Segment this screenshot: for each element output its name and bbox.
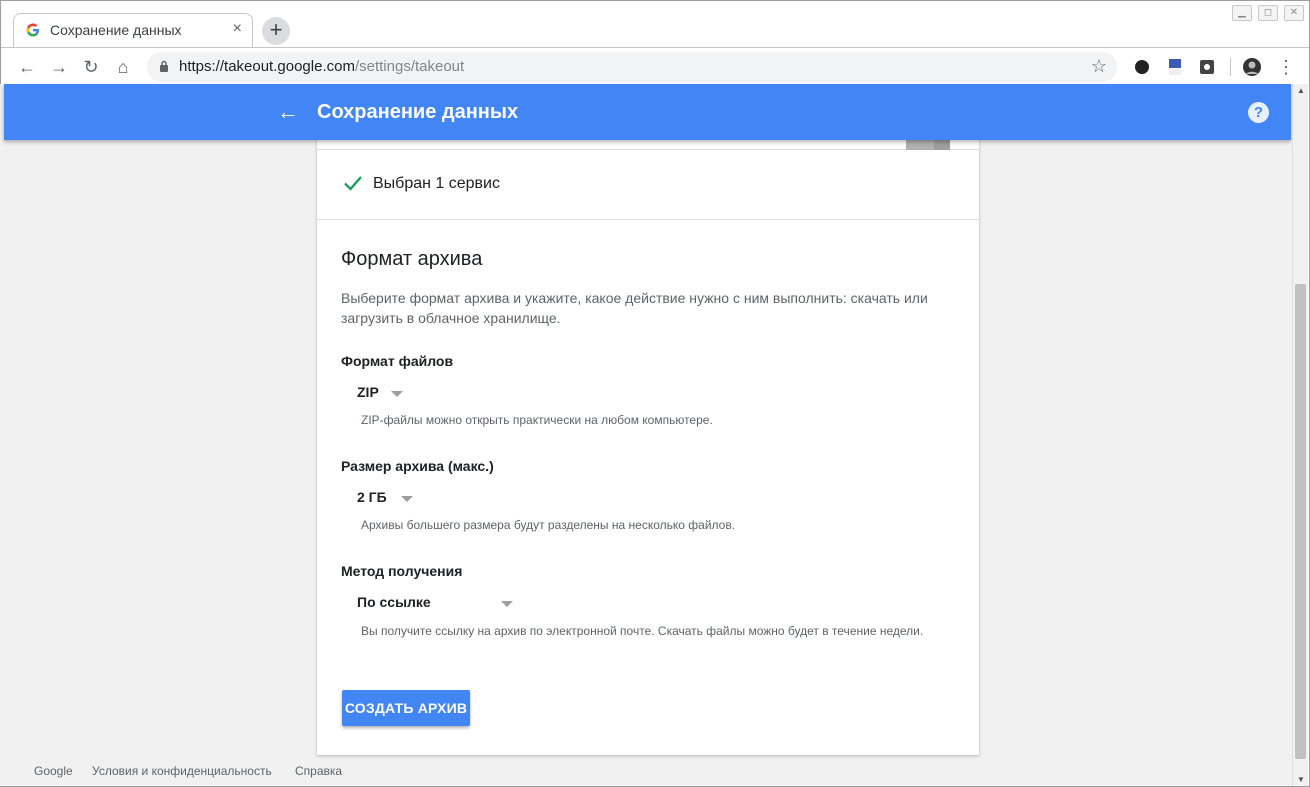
page-viewport: ← Сохранение данных ? Выбран 1 сервис Фо… — [0, 84, 1292, 786]
archive-size-hint: Архивы большего размера будут разделены … — [361, 518, 736, 532]
close-window-button[interactable]: ✕ — [1284, 5, 1304, 21]
selected-services-label: Выбран 1 сервис — [373, 175, 500, 192]
file-format-hint: ZIP-файлы можно открыть практически на л… — [361, 413, 713, 427]
extension-dark-circle-icon[interactable] — [1133, 58, 1151, 76]
extension-shield-icon[interactable] — [1198, 58, 1216, 76]
app-header: ← Сохранение данных ? — [4, 84, 1291, 140]
home-icon[interactable]: ⌂ — [112, 56, 134, 78]
delivery-method-label: Метод получения — [341, 563, 463, 579]
footer-link-google[interactable]: Google — [34, 764, 73, 778]
page-footer: Google Условия и конфиденциальность Спра… — [0, 762, 1292, 786]
service-toggle-knob — [934, 140, 950, 150]
export-settings-card: Выбран 1 сервис Формат архива Выберите ф… — [317, 140, 979, 755]
footer-link-help[interactable]: Справка — [295, 764, 342, 778]
profile-avatar[interactable] — [1243, 58, 1261, 76]
tab-title: Сохранение данных — [50, 22, 182, 38]
browser-tab[interactable]: Сохранение данных × — [13, 13, 253, 47]
extension-jps-icon[interactable] — [1166, 58, 1184, 76]
footer-link-terms[interactable]: Условия и конфиденциальность — [92, 764, 272, 778]
file-format-select[interactable]: ZIP — [357, 384, 409, 408]
chevron-down-icon — [401, 496, 413, 502]
chevron-down-icon — [501, 601, 513, 607]
archive-size-value: 2 ГБ — [357, 489, 387, 505]
create-archive-button[interactable]: СОЗДАТЬ АРХИВ — [342, 690, 470, 726]
url-path: /settings/takeout — [354, 58, 465, 75]
lock-icon — [160, 60, 168, 72]
archive-size-select[interactable]: 2 ГБ — [357, 489, 417, 513]
url-text: https://takeout.google.com/settings/take… — [179, 58, 464, 75]
url-host: https://takeout.google.com — [179, 58, 355, 75]
file-format-label: Формат файлов — [341, 353, 454, 369]
archive-format-description: Выберите формат архива и укажите, какое … — [341, 290, 928, 326]
delivery-method-value: По ссылке — [357, 594, 431, 610]
tab-close-icon[interactable]: × — [233, 20, 242, 38]
new-tab-button[interactable]: + — [262, 17, 290, 45]
delivery-method-select[interactable]: По ссылке — [357, 594, 517, 618]
scroll-down-icon[interactable]: ▼ — [1297, 775, 1305, 784]
checkmark-icon — [344, 176, 362, 191]
browser-toolbar: ← → ↻ ⌂ https://takeout.google.com/setti… — [1, 47, 1309, 85]
google-g-icon — [26, 23, 39, 37]
browser-menu-icon[interactable]: ⋮ — [1275, 56, 1297, 78]
maximize-button[interactable]: ◻ — [1258, 5, 1278, 21]
chevron-down-icon — [391, 391, 403, 397]
archive-format-title: Формат архива — [341, 248, 483, 270]
selected-services-row: Выбран 1 сервис — [317, 150, 979, 220]
bookmark-star-icon[interactable]: ☆ — [1091, 56, 1107, 77]
file-format-value: ZIP — [357, 384, 379, 400]
vertical-scrollbar[interactable]: ▲ ▼ — [1292, 84, 1308, 786]
scrollbar-thumb[interactable] — [1295, 284, 1306, 759]
toolbar-separator — [1230, 58, 1231, 76]
tab-strip: Сохранение данных × + ▁ ◻ ✕ — [1, 1, 1309, 47]
card-top-strip — [317, 140, 979, 150]
delivery-method-hint: Вы получите ссылку на архив по электронн… — [361, 624, 924, 638]
scroll-up-icon[interactable]: ▲ — [1297, 86, 1305, 95]
minimize-button[interactable]: ▁ — [1232, 5, 1252, 21]
help-icon[interactable]: ? — [1248, 102, 1269, 123]
forward-arrow-icon[interactable]: → — [48, 56, 70, 78]
address-bar[interactable]: https://takeout.google.com/settings/take… — [147, 52, 1117, 82]
back-arrow-icon[interactable]: ← — [274, 98, 302, 126]
page-title: Сохранение данных — [317, 101, 519, 123]
archive-size-label: Размер архива (макс.) — [341, 458, 494, 474]
reload-icon[interactable]: ↻ — [80, 56, 102, 78]
back-arrow-icon[interactable]: ← — [16, 56, 38, 78]
